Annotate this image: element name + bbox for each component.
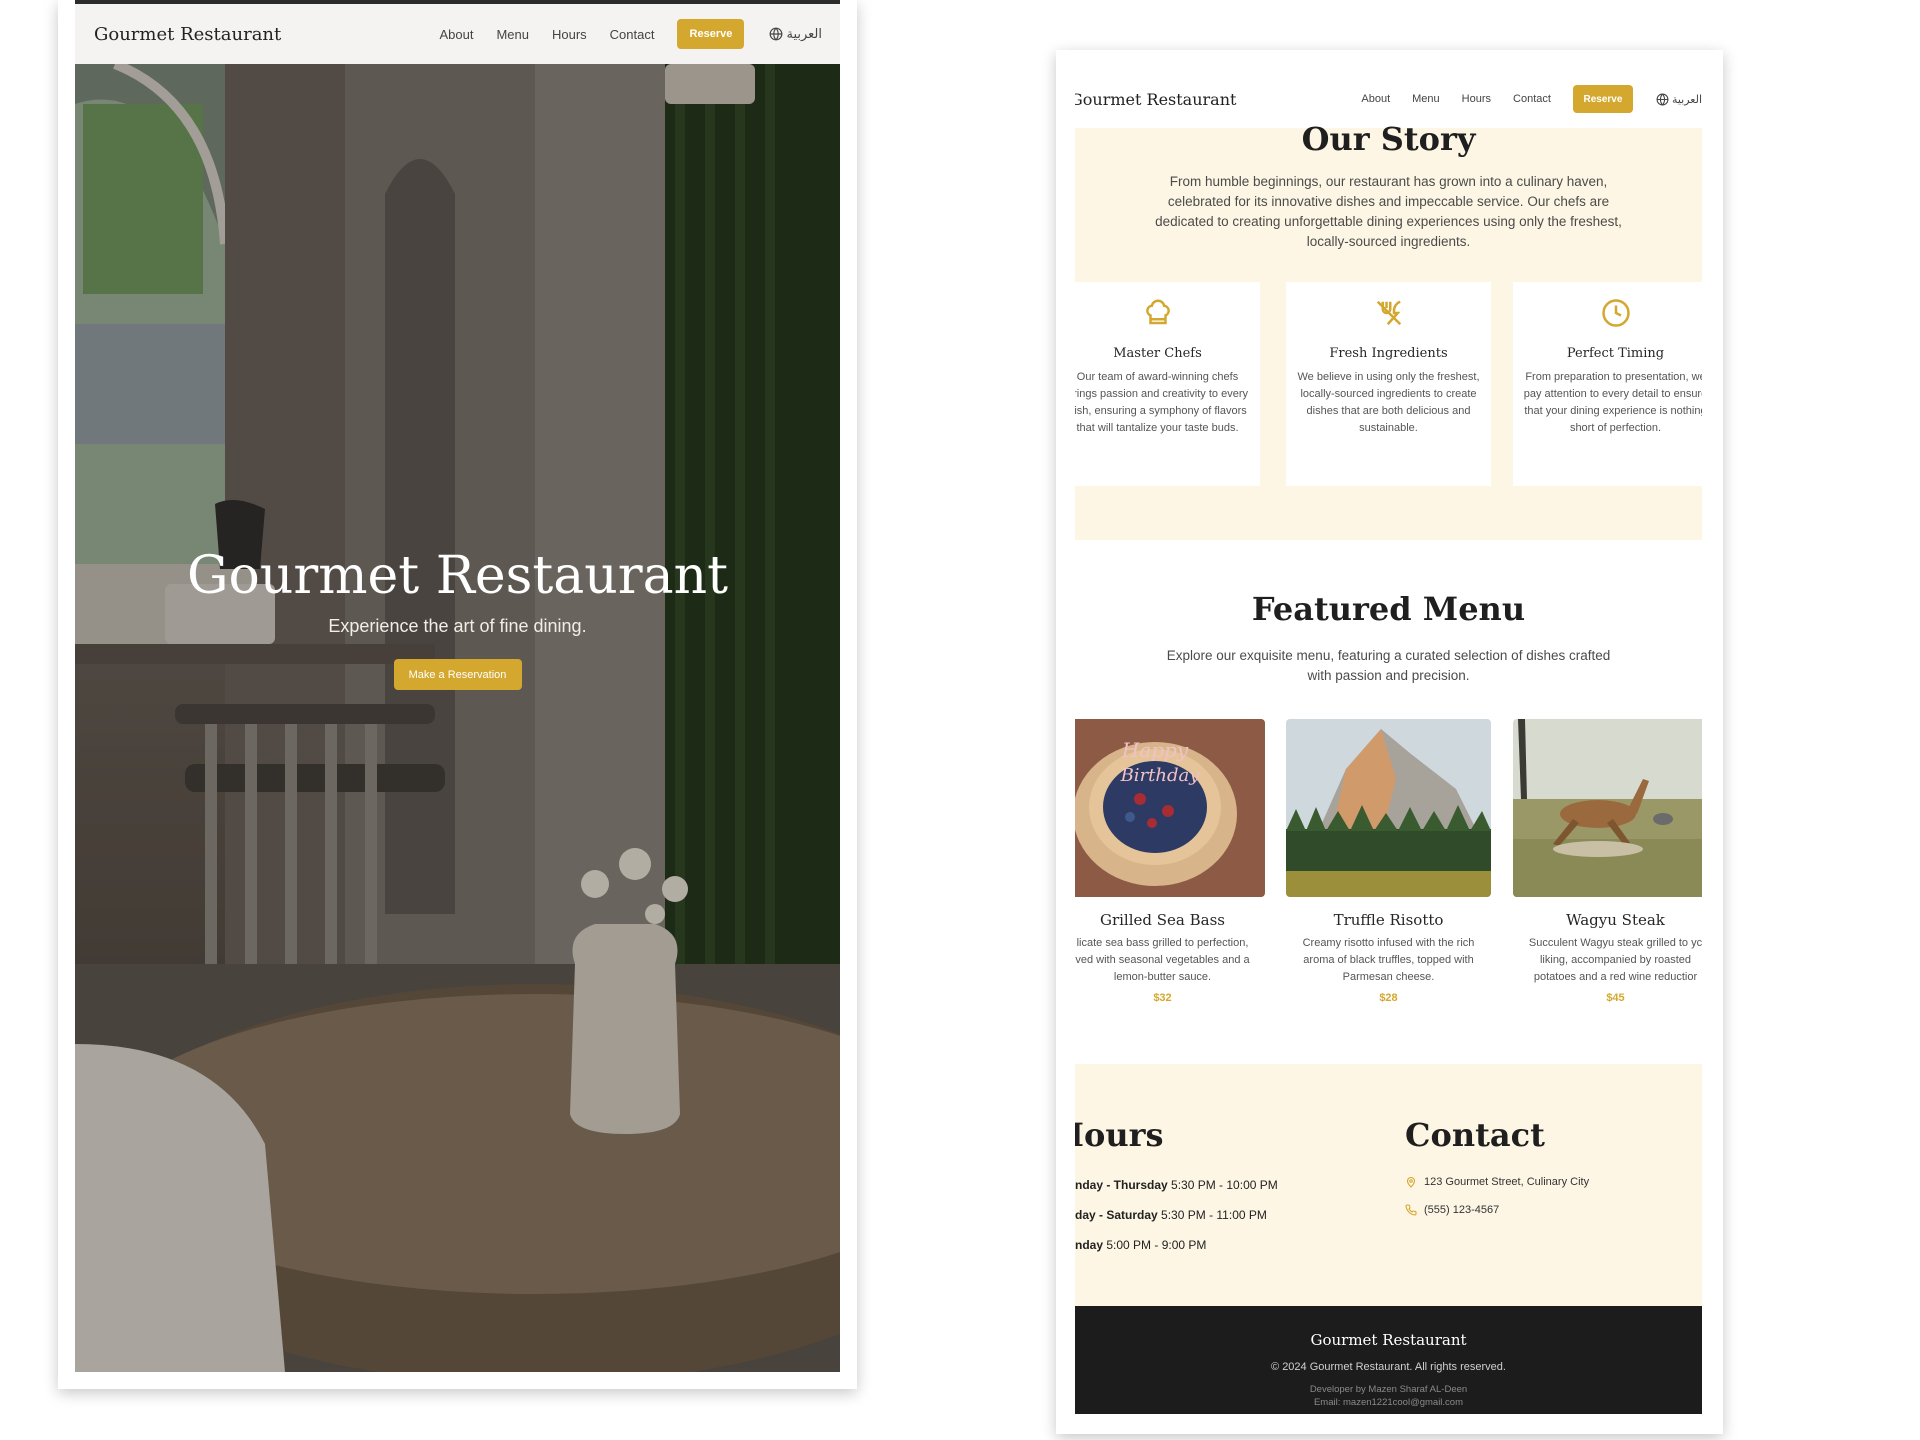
globe-icon (770, 27, 783, 41)
dish-description-line: Succulent Wagyu steak grilled to yc (1528, 937, 1702, 949)
dish-name: Wagyu Steak (1566, 911, 1665, 929)
nav-contact[interactable]: Contact (610, 27, 655, 42)
nav-contact[interactable]: Contact (1513, 93, 1551, 105)
hours-title: Iours (1075, 1116, 1164, 1154)
dish-image (1286, 719, 1491, 897)
nav-about[interactable]: About (1361, 93, 1390, 105)
phone-icon (1405, 1204, 1417, 1216)
clock-icon (1601, 299, 1630, 327)
footer-brand: Gourmet Restaurant (1310, 1331, 1467, 1349)
dish-card-truffle-risotto[interactable]: Truffle Risotto Creamy risotto infused w… (1286, 719, 1491, 1004)
dish-image (1513, 719, 1702, 897)
feature-text: Our team of award-winning chefs brings p… (1075, 371, 1248, 434)
dish-name: Truffle Risotto (1333, 911, 1444, 929)
dish-price: $45 (1606, 992, 1625, 1004)
footer: Gourmet Restaurant © 2024 Gourmet Restau… (1075, 1306, 1702, 1414)
language-toggle[interactable]: العربية (769, 26, 822, 42)
story-section: Our Story From humble beginnings, our re… (1075, 120, 1702, 540)
dish-description: Succulent Wagyu steak grilled to yc liki… (1513, 935, 1702, 986)
phone-text: (555) 123-4567 (1424, 1204, 1500, 1216)
nav-about[interactable]: About (439, 27, 473, 42)
hours-row: day - Saturday 5:30 PM - 11:00 PM (1075, 1208, 1267, 1222)
feature-text: From preparation to presentation, we pay… (1523, 371, 1702, 434)
dish-card-wagyu-steak[interactable]: Wagyu Steak Succulent Wagyu steak grille… (1513, 719, 1702, 1004)
dish-description-line: aroma of black truffles, topped with (1303, 954, 1474, 966)
reserve-button[interactable]: Reserve (677, 19, 745, 49)
nav-menu[interactable]: Menu (1412, 93, 1440, 105)
dish-description-line: lemon-butter sauce. (1113, 971, 1212, 983)
reserve-button[interactable]: Reserve (1572, 85, 1633, 113)
dish-description: licate sea bass grilled to perfection, v… (1075, 935, 1265, 986)
dish-card-grilled-sea-bass[interactable]: Happy Birthday Grilled Sea Bass licate s… (1075, 719, 1265, 1004)
svg-text:Happy: Happy (1121, 738, 1189, 762)
hours-days: day - Saturday (1075, 1208, 1158, 1222)
menu-title: Featured Menu (1251, 590, 1526, 628)
dish-description-line: liking, accompanied by roasted (1539, 954, 1692, 966)
feature-card-master-chefs: Master Chefs Our team of award-winning c… (1075, 282, 1260, 486)
right-page: Gourmet Restaurant About Menu Hours Cont… (1075, 50, 1702, 1414)
footer-developer: Developer by Mazen Sharaf AL-Deen Email:… (1075, 1383, 1702, 1409)
feature-card-fresh-ingredients: Fresh Ingredients We believe in using on… (1286, 282, 1491, 486)
feature-text: We believe in using only the freshest, l… (1297, 371, 1480, 434)
hours-time: 5:30 PM - 10:00 PM (1171, 1178, 1278, 1192)
feature-title: Fresh Ingredients (1329, 346, 1448, 361)
story-text: From humble beginnings, our restaurant h… (1155, 174, 1622, 249)
language-label: العربية (786, 26, 822, 41)
hours-row: nday - Thursday 5:30 PM - 10:00 PM (1075, 1178, 1278, 1192)
nav-hours[interactable]: Hours (552, 27, 587, 42)
dish-description-line: Parmesan cheese. (1342, 971, 1435, 983)
utensils-icon (1376, 300, 1401, 326)
nav-hours[interactable]: Hours (1462, 93, 1491, 105)
hero-overlay (75, 64, 840, 1372)
dish-description-line: ved with seasonal vegetables and a (1075, 954, 1250, 966)
language-label: العربية (1671, 93, 1702, 106)
developer-email[interactable]: Email: mazen1221cool@gmail.com (1075, 1396, 1702, 1409)
dish-description-line: Creamy risotto infused with the rich (1302, 937, 1475, 949)
left-page: Gourmet Restaurant About Menu Hours Cont… (75, 0, 840, 1372)
nav-links: About Menu Hours Contact Reserve العربية (1361, 85, 1702, 113)
hours-days: nday (1075, 1238, 1104, 1252)
nav-menu[interactable]: Menu (496, 27, 529, 42)
story-title: Our Story (1301, 120, 1476, 158)
hours-time: 5:00 PM - 9:00 PM (1106, 1238, 1207, 1252)
globe-icon (1656, 93, 1669, 105)
developer-name: Developer by Mazen Sharaf AL-Deen (1309, 1384, 1468, 1395)
dish-name: Grilled Sea Bass (1099, 911, 1226, 929)
dish-description-line: potatoes and a red wine reductior (1533, 971, 1698, 983)
mobile-preview-left: Gourmet Restaurant About Menu Hours Cont… (58, 0, 857, 1389)
brand-logo[interactable]: Gourmet Restaurant (1075, 90, 1236, 109)
hours-time: 5:30 PM - 11:00 PM (1161, 1208, 1267, 1222)
nav-links: About Menu Hours Contact Reserve العربية (439, 19, 822, 49)
svg-text:Birthday: Birthday (1120, 765, 1201, 786)
chef-hat-icon (1145, 299, 1170, 325)
hours-contact-section: Iours nday - Thursday 5:30 PM - 10:00 PM… (1075, 1064, 1702, 1306)
dish-image: Happy Birthday (1075, 719, 1265, 897)
dish-description-line: licate sea bass grilled to perfection, (1076, 937, 1249, 949)
feature-title: Master Chefs (1113, 346, 1202, 361)
brand-logo[interactable]: Gourmet Restaurant (94, 24, 281, 45)
map-pin-icon (1406, 1176, 1416, 1188)
desktop-preview-right: Gourmet Restaurant About Menu Hours Cont… (1056, 50, 1723, 1434)
footer-copyright: © 2024 Gourmet Restaurant. All rights re… (1271, 1361, 1506, 1373)
feature-card-perfect-timing: Perfect Timing From preparation to prese… (1513, 282, 1702, 486)
dish-price: $32 (1153, 992, 1172, 1004)
dish-description: Creamy risotto infused with the rich aro… (1286, 935, 1491, 986)
hero-content: Gourmet Restaurant Experience the art of… (75, 544, 840, 690)
contact-address: 123 Gourmet Street, Culinary City (1405, 1176, 1589, 1188)
contact-phone[interactable]: (555) 123-4567 (1405, 1204, 1499, 1216)
dish-price: $28 (1379, 992, 1398, 1004)
language-toggle[interactable]: العربية (1656, 93, 1702, 106)
feature-title: Perfect Timing (1566, 346, 1665, 361)
navbar: Gourmet Restaurant About Menu Hours Cont… (75, 4, 840, 64)
hero-subtitle: Experience the art of fine dining. (328, 616, 587, 636)
hero-title: Gourmet Restaurant (187, 546, 728, 606)
make-reservation-button[interactable]: Make a Reservation (393, 659, 522, 690)
contact-title: Contact (1405, 1116, 1545, 1154)
address-text: 123 Gourmet Street, Culinary City (1424, 1176, 1590, 1188)
hours-row: nday 5:00 PM - 9:00 PM (1075, 1238, 1206, 1252)
hours-days: nday - Thursday (1075, 1178, 1168, 1192)
menu-subtitle: Explore our exquisite menu, featuring a … (1166, 648, 1611, 683)
hero-section: Gourmet Restaurant Experience the art of… (75, 64, 840, 1372)
